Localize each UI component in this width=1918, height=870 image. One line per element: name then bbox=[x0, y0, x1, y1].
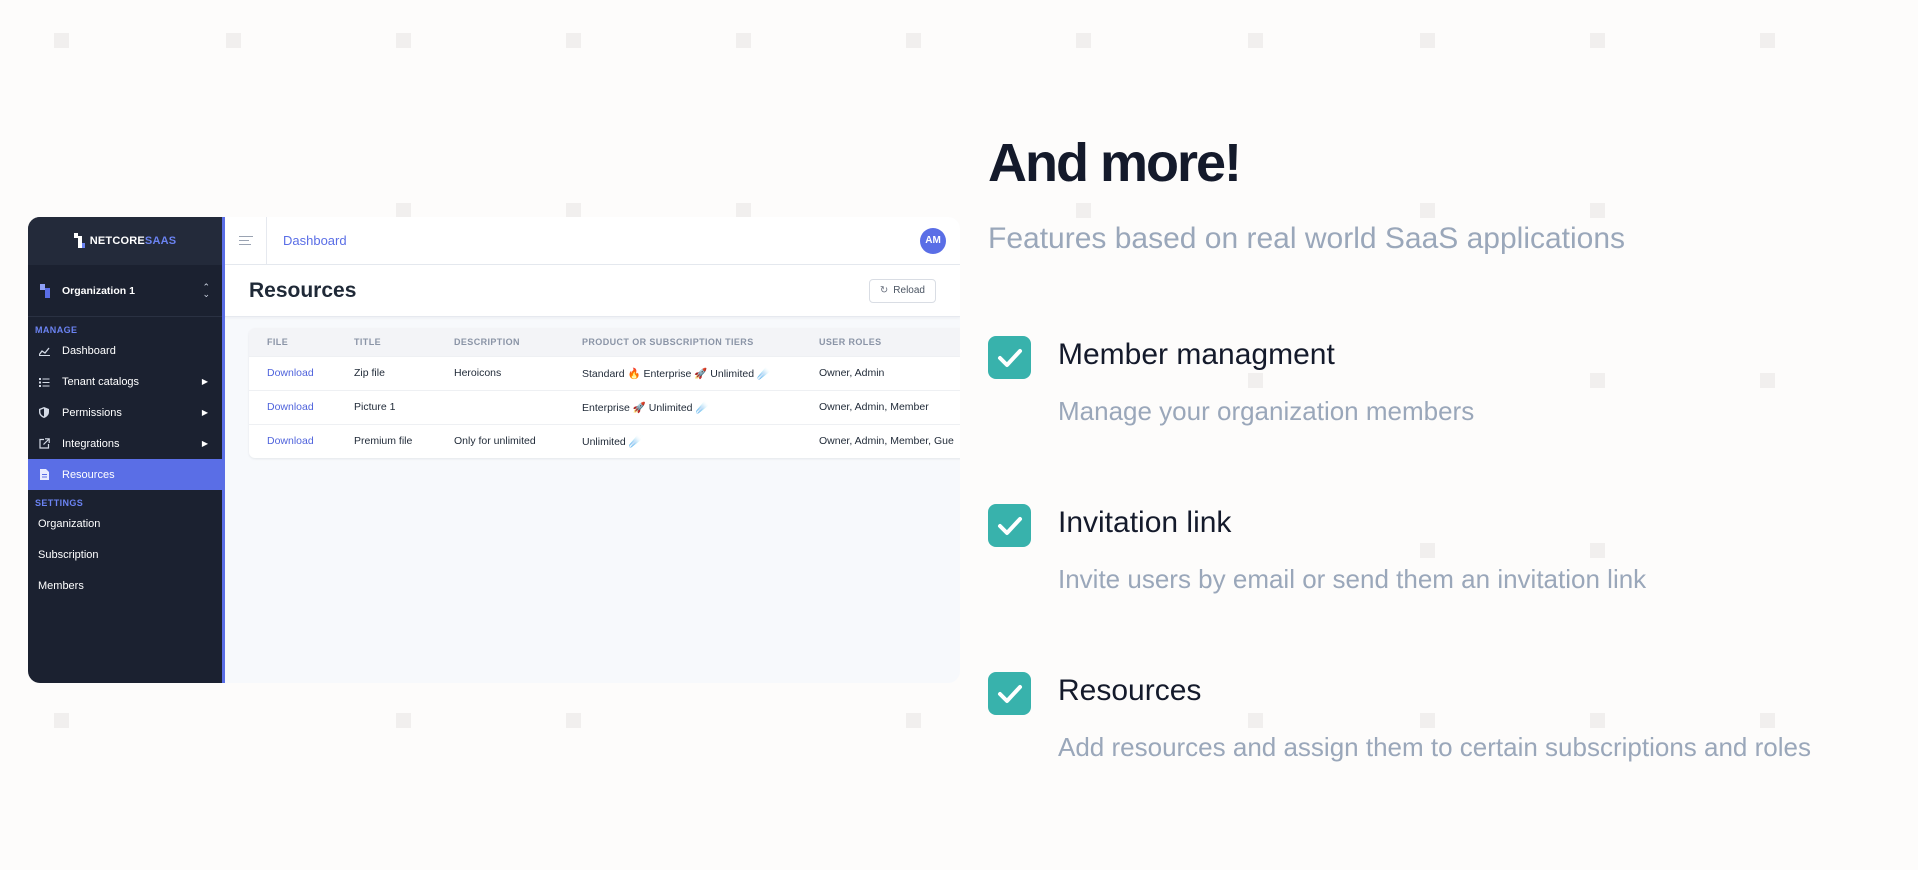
table-cell-roles: Owner, Admin, Member, Gue bbox=[801, 423, 960, 458]
organization-name: Organization 1 bbox=[62, 284, 135, 297]
table-header-row: FILE TITLE DESCRIPTION PRODUCT OR SUBSCR… bbox=[249, 328, 960, 356]
table-cell-title: Zip file bbox=[336, 355, 436, 390]
table-cell-tiers: Unlimited ☄️ bbox=[564, 423, 801, 458]
feature-title: Member managment bbox=[1058, 338, 1335, 371]
table-row: Download Picture 1 Enterprise 🚀 Unlimite… bbox=[249, 389, 960, 424]
section-label-settings: SETTINGS bbox=[35, 498, 84, 508]
column-header-tiers[interactable]: PRODUCT OR SUBSCRIPTION TIERS bbox=[564, 328, 801, 356]
netcore-logo-icon bbox=[73, 233, 86, 249]
column-header-file[interactable]: FILE bbox=[249, 328, 336, 356]
column-header-roles[interactable]: USER ROLES bbox=[801, 328, 960, 356]
sidebar-item-integrations[interactable]: Integrations ▶ bbox=[28, 428, 222, 459]
table-row: Download Zip file Heroicons Standard 🔥 E… bbox=[249, 355, 960, 390]
breadcrumb[interactable]: Dashboard bbox=[267, 233, 920, 248]
column-header-description[interactable]: DESCRIPTION bbox=[436, 328, 564, 356]
menu-icon bbox=[238, 233, 253, 248]
page-header: Resources ↻ Reload bbox=[225, 265, 960, 317]
list-icon bbox=[38, 376, 50, 388]
avatar[interactable]: AM bbox=[920, 227, 946, 254]
table-cell-roles: Owner, Admin bbox=[801, 355, 960, 390]
organization-icon bbox=[40, 283, 54, 298]
document-icon bbox=[38, 469, 50, 481]
brand-logo[interactable]: NETCORESAAS bbox=[28, 217, 222, 265]
download-link[interactable]: Download bbox=[249, 355, 336, 390]
sidebar-item-tenant-catalogs[interactable]: Tenant catalogs ▶ bbox=[28, 366, 222, 397]
external-link-icon bbox=[38, 438, 50, 450]
feature-title: Resources bbox=[1058, 674, 1202, 707]
app-screenshot: NETCORESAAS Organization 1 ⌃ ⌄ MANAGE Das… bbox=[28, 217, 960, 683]
top-bar: Dashboard AM bbox=[225, 217, 960, 265]
table-cell-description: Only for unlimited bbox=[436, 423, 564, 458]
refresh-icon: ↻ bbox=[879, 285, 889, 296]
caret-right-icon: ▶ bbox=[201, 408, 208, 417]
check-icon bbox=[988, 504, 1031, 547]
feature-member-management: Member managment Manage your organizatio… bbox=[988, 336, 1888, 436]
feature-title: Invitation link bbox=[1058, 506, 1232, 539]
sidebar-item-permissions[interactable]: Permissions ▶ bbox=[28, 397, 222, 428]
table-cell-roles: Owner, Admin, Member bbox=[801, 389, 960, 424]
organization-switcher[interactable]: Organization 1 ⌃ ⌄ bbox=[28, 265, 222, 317]
sidebar: NETCORESAAS Organization 1 ⌃ ⌄ MANAGE Das… bbox=[28, 217, 222, 683]
feature-description: Add resources and assign them to certain… bbox=[1058, 732, 1811, 762]
feature-description: Manage your organization members bbox=[1058, 396, 1475, 426]
table-cell-tiers: Standard 🔥 Enterprise 🚀 Unlimited ☄️ bbox=[564, 355, 801, 390]
section-label-manage: MANAGE bbox=[35, 325, 78, 335]
feature-invitation-link: Invitation link Invite users by email or… bbox=[988, 504, 1888, 604]
sidebar-item-dashboard[interactable]: Dashboard bbox=[28, 335, 222, 366]
reload-button[interactable]: ↻ Reload bbox=[868, 278, 936, 303]
menu-toggle-button[interactable] bbox=[225, 217, 267, 265]
table-cell-description: Heroicons bbox=[436, 355, 564, 390]
feature-description: Invite users by email or send them an in… bbox=[1058, 564, 1647, 594]
chart-icon bbox=[38, 345, 50, 357]
table-row: Download Premium file Only for unlimited… bbox=[249, 423, 960, 458]
table-cell-title: Picture 1 bbox=[336, 389, 436, 424]
shield-icon bbox=[38, 407, 50, 419]
check-icon bbox=[988, 336, 1031, 379]
caret-right-icon: ▶ bbox=[201, 377, 208, 386]
chevron-up-down-icon: ⌃ ⌄ bbox=[202, 281, 210, 299]
headline: And more! bbox=[988, 133, 1242, 193]
brand-name: NETCORESAAS bbox=[89, 235, 177, 247]
download-link[interactable]: Download bbox=[249, 423, 336, 458]
feature-resources: Resources Add resources and assign them … bbox=[988, 672, 1888, 772]
sidebar-item-subscription[interactable]: Subscription bbox=[28, 539, 222, 570]
caret-right-icon: ▶ bbox=[201, 439, 208, 448]
sidebar-item-members[interactable]: Members bbox=[28, 570, 222, 601]
sidebar-item-resources[interactable]: Resources bbox=[28, 459, 222, 490]
table-cell-title: Premium file bbox=[336, 423, 436, 458]
table-cell-tiers: Enterprise 🚀 Unlimited ☄️ bbox=[564, 389, 801, 424]
resources-table: FILE TITLE DESCRIPTION PRODUCT OR SUBSCR… bbox=[249, 328, 960, 458]
subheadline: Features based on real world SaaS applic… bbox=[988, 222, 1626, 255]
table-cell-description bbox=[436, 389, 564, 424]
sidebar-item-organization[interactable]: Organization bbox=[28, 508, 222, 539]
download-link[interactable]: Download bbox=[249, 389, 336, 424]
page-title: Resources bbox=[249, 278, 357, 302]
check-icon bbox=[988, 672, 1031, 715]
column-header-title[interactable]: TITLE bbox=[336, 328, 436, 356]
